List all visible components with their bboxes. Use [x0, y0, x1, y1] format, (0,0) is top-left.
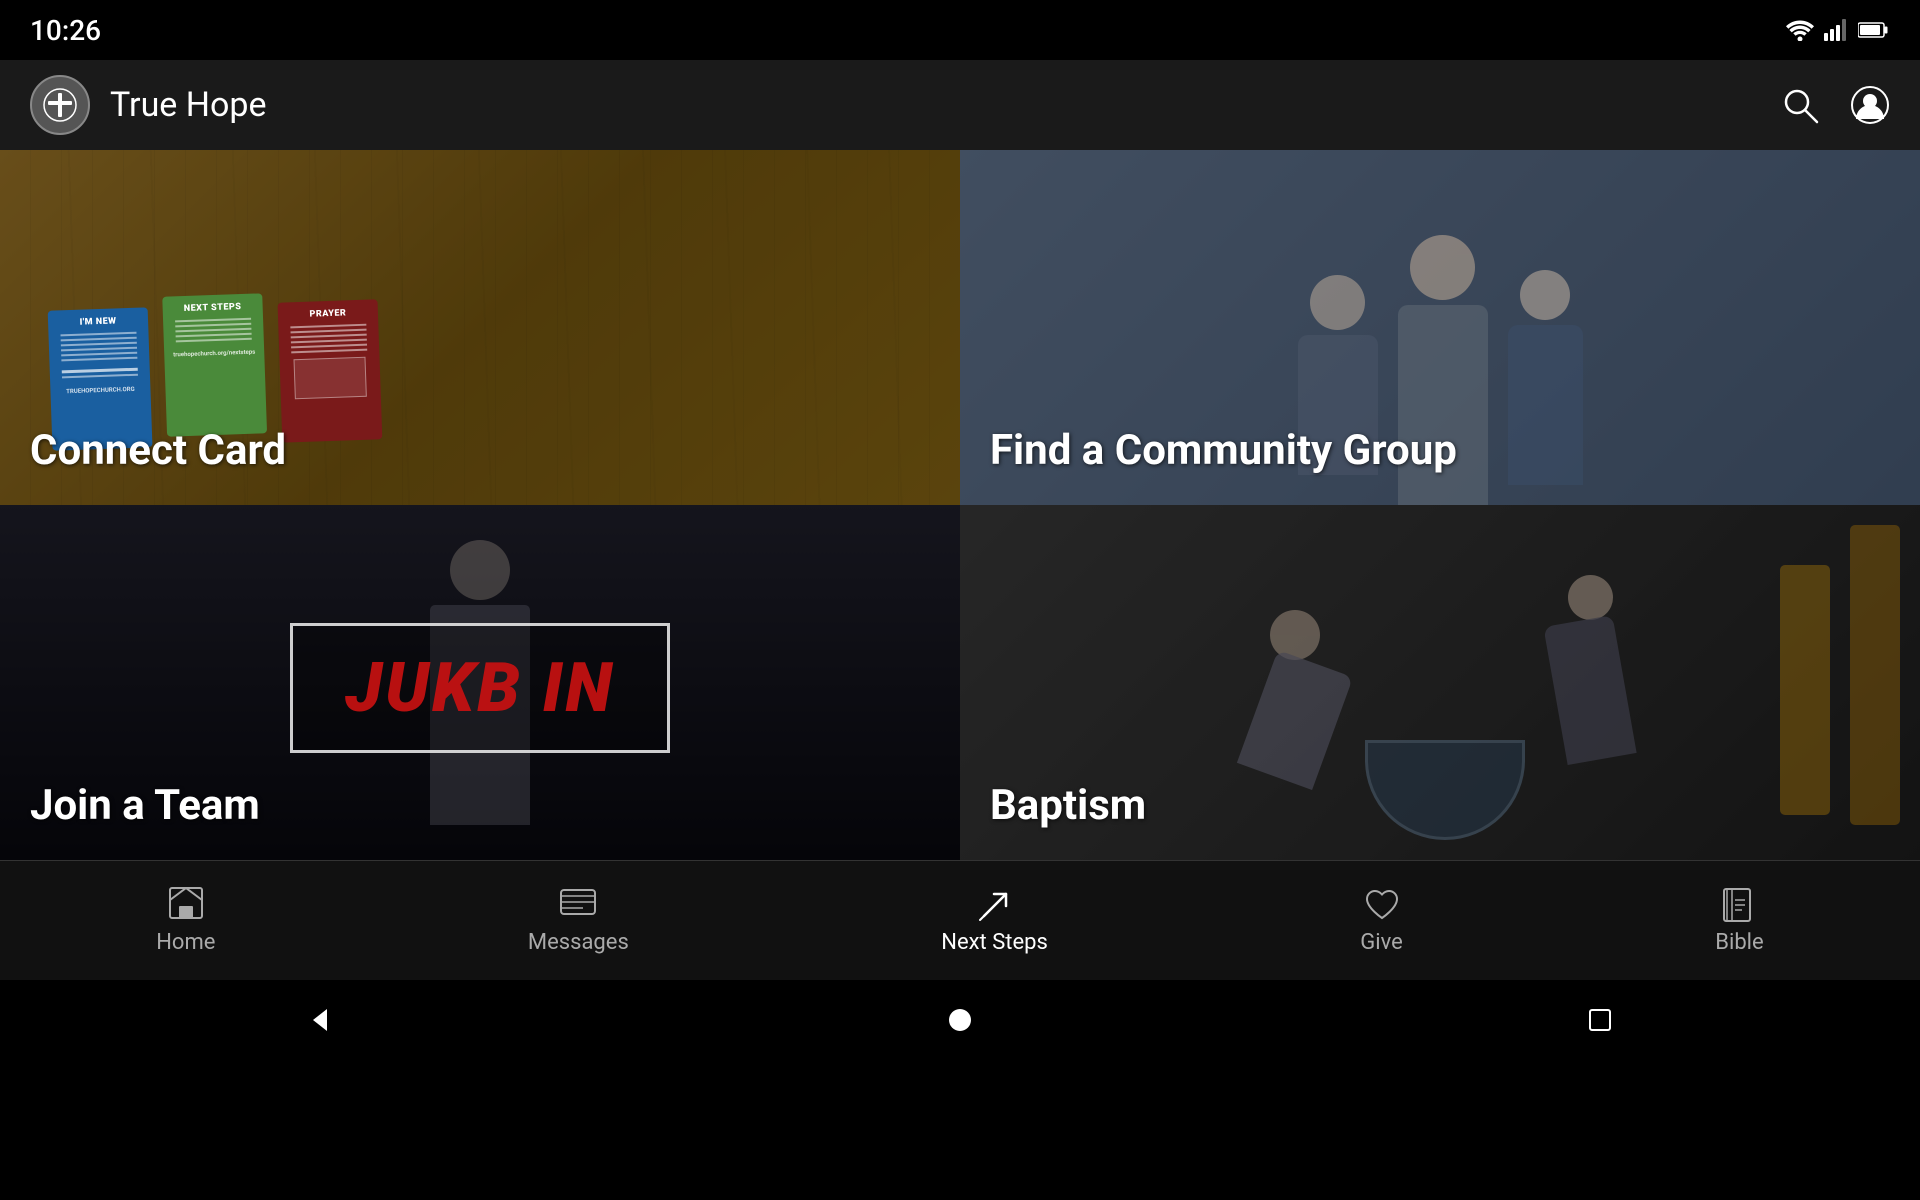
nav-give[interactable]: Give [1330, 876, 1433, 965]
bible-icon [1720, 886, 1758, 924]
nav-bible-label: Bible [1715, 930, 1763, 955]
home-icon [167, 886, 205, 924]
app-logo [30, 75, 90, 135]
status-icons [1786, 19, 1890, 41]
nav-give-label: Give [1360, 930, 1403, 955]
give-icon [1363, 886, 1401, 924]
next-steps-icon [976, 886, 1014, 924]
home-button[interactable] [930, 990, 990, 1050]
nav-next-steps[interactable]: Next Steps [911, 876, 1078, 965]
status-bar: 10:26 [0, 0, 1920, 60]
wifi-icon [1786, 19, 1814, 41]
recents-icon [1588, 1008, 1612, 1032]
system-nav [0, 980, 1920, 1060]
next-steps-card: NEXT STEPS truehopechurch.org/nextsteps [162, 293, 267, 436]
app-title: True Hope [110, 85, 267, 125]
prayer-box [293, 357, 366, 399]
search-icon[interactable] [1780, 85, 1820, 125]
connect-card-label: Connect Card [30, 426, 286, 475]
battery-icon [1858, 21, 1890, 39]
home-circle-icon [948, 1008, 972, 1032]
baptism-label: Baptism [990, 781, 1146, 830]
cross-icon [42, 87, 78, 123]
recents-button[interactable] [1570, 990, 1630, 1050]
nav-home-label: Home [156, 930, 215, 955]
messages-icon [559, 886, 597, 924]
baptism-decor [1720, 505, 1920, 860]
person-3 [1508, 270, 1583, 485]
connect-card-item[interactable]: I'M NEW TRUEHOPECHURCH.ORG NEXT STEPS tr… [0, 150, 960, 505]
card-url: TRUEHOPECHURCH.ORG [66, 385, 135, 394]
prayer-card: PRAYER [278, 299, 383, 442]
app-bar-left: True Hope [30, 75, 267, 135]
account-icon[interactable] [1850, 85, 1890, 125]
back-icon [305, 1005, 335, 1035]
next-steps-card-title: NEXT STEPS [184, 302, 242, 314]
prayer-card-title: PRAYER [309, 308, 346, 319]
status-time: 10:26 [30, 14, 101, 47]
nav-next-steps-label: Next Steps [941, 930, 1048, 955]
join-team-label: Join a Team [30, 781, 260, 830]
back-button[interactable] [290, 990, 350, 1050]
nav-home[interactable]: Home [126, 876, 245, 965]
app-bar: True Hope [0, 60, 1920, 150]
join-team-item[interactable]: JUKB IN Join a Team [0, 505, 960, 860]
signal-icon [1824, 19, 1848, 41]
next-steps-card-url: truehopechurch.org/nextsteps [173, 349, 255, 359]
nav-bible[interactable]: Bible [1685, 876, 1793, 965]
baptism-person-1 [1255, 610, 1335, 780]
nav-messages-label: Messages [528, 930, 629, 955]
baptism-basin [1365, 740, 1525, 840]
content-grid: I'M NEW TRUEHOPECHURCH.ORG NEXT STEPS tr… [0, 150, 1920, 860]
join-team-banner-text: JUKB IN [345, 654, 615, 722]
community-group-item[interactable]: Find a Community Group [960, 150, 1920, 505]
baptism-person-2 [1555, 575, 1625, 760]
nav-messages[interactable]: Messages [498, 876, 659, 965]
baptism-item[interactable]: Baptism [960, 505, 1920, 860]
community-group-label: Find a Community Group [990, 426, 1457, 475]
join-team-banner: JUKB IN [290, 623, 670, 753]
app-bar-right [1780, 85, 1890, 125]
bottom-nav: Home Messages Next Steps Give [0, 860, 1920, 980]
im-new-card-title: I'M NEW [79, 316, 116, 327]
